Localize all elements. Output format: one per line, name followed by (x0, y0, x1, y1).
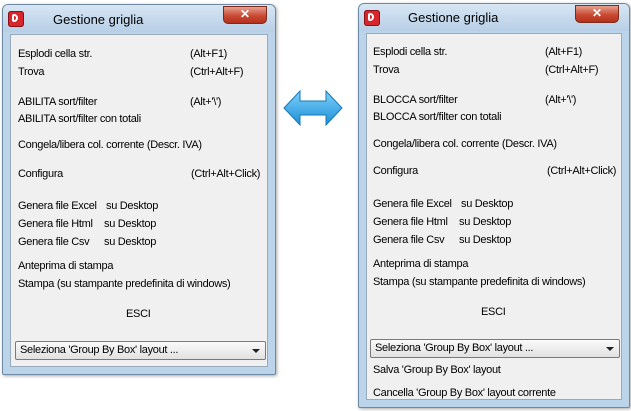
right-window-titlebar[interactable]: Gestione griglia ✕ (359, 4, 629, 31)
menu-item-sort[interactable]: ABILITA sort/filter (18, 96, 97, 108)
shortcut-configura: (Ctrl+Alt+Click) (191, 168, 261, 180)
menu-item-anteprima[interactable]: Anteprima di stampa (373, 258, 468, 270)
menu-item-csv[interactable]: Genera file Csv (18, 236, 90, 248)
menu-item-cancella-layout[interactable]: Cancella 'Group By Box' layout corrente (373, 387, 556, 399)
double-arrow-icon (283, 89, 343, 127)
shortcut-configura: (Ctrl+Alt+Click) (547, 165, 617, 177)
left-window: Gestione griglia ✕ Esplodi cella str. (A… (2, 4, 276, 375)
close-button[interactable]: ✕ (223, 6, 267, 24)
menu-item-esplodi[interactable]: Esplodi cella str. (373, 46, 447, 58)
excel-destination: su Desktop (461, 198, 514, 210)
shortcut-sort: (Alt+'\') (545, 94, 577, 106)
left-menu-panel: Esplodi cella str. (Alt+F1) Trova (Ctrl+… (10, 34, 268, 367)
group-by-box-layout-select-value: Seleziona 'Group By Box' layout ... (375, 342, 534, 354)
right-menu-panel: Esplodi cella str. (Alt+F1) Trova (Ctrl+… (366, 33, 622, 400)
csv-destination: su Desktop (459, 234, 512, 246)
left-window-title: Gestione griglia (53, 12, 144, 27)
menu-item-congela[interactable]: Congela/libera col. corrente (Descr. IVA… (373, 138, 557, 150)
left-window-titlebar[interactable]: Gestione griglia ✕ (3, 5, 275, 32)
menu-item-trova[interactable]: Trova (18, 66, 45, 78)
group-by-box-layout-select[interactable]: Seleziona 'Group By Box' layout ... (15, 341, 266, 360)
close-icon: ✕ (239, 7, 251, 21)
menu-item-sort-totali[interactable]: ABILITA sort/filter con totali (18, 113, 141, 125)
menu-item-excel[interactable]: Genera file Excel (18, 200, 97, 212)
menu-item-excel[interactable]: Genera file Excel (373, 198, 452, 210)
menu-item-sort[interactable]: BLOCCA sort/filter (373, 94, 458, 106)
menu-item-configura[interactable]: Configura (373, 165, 418, 177)
menu-item-html[interactable]: Genera file Html (373, 216, 448, 228)
right-window-title: Gestione griglia (408, 10, 499, 25)
csv-destination: su Desktop (104, 236, 157, 248)
shortcut-trova: (Ctrl+Alt+F) (190, 66, 244, 78)
app-logo-icon (8, 11, 24, 27)
menu-item-stampa[interactable]: Stampa (su stampante predefinita di wind… (18, 278, 231, 290)
right-window: Gestione griglia ✕ Esplodi cella str. (A… (358, 3, 630, 408)
shortcut-esplodi: (Alt+F1) (190, 48, 228, 60)
shortcut-trova: (Ctrl+Alt+F) (545, 64, 599, 76)
menu-item-configura[interactable]: Configura (18, 168, 63, 180)
group-by-box-layout-select[interactable]: Seleziona 'Group By Box' layout ... (370, 339, 620, 358)
menu-item-esci[interactable]: ESCI (481, 306, 506, 318)
menu-item-salva-layout[interactable]: Salva 'Group By Box' layout (373, 364, 501, 376)
chevron-down-icon (606, 347, 614, 351)
menu-item-esci[interactable]: ESCI (126, 308, 151, 320)
shortcut-sort: (Alt+'\') (190, 96, 222, 108)
menu-item-stampa[interactable]: Stampa (su stampante predefinita di wind… (373, 276, 586, 288)
group-by-box-layout-select-value: Seleziona 'Group By Box' layout ... (20, 344, 179, 356)
close-button[interactable]: ✕ (575, 5, 619, 23)
excel-destination: su Desktop (106, 200, 159, 212)
menu-item-sort-totali[interactable]: BLOCCA sort/filter con totali (373, 111, 502, 123)
menu-item-anteprima[interactable]: Anteprima di stampa (18, 260, 113, 272)
chevron-down-icon (252, 349, 260, 353)
menu-item-esplodi[interactable]: Esplodi cella str. (18, 48, 92, 60)
menu-item-csv[interactable]: Genera file Csv (373, 234, 445, 246)
menu-item-trova[interactable]: Trova (373, 64, 400, 76)
html-destination: su Desktop (459, 216, 512, 228)
close-icon: ✕ (591, 6, 603, 20)
menu-item-congela[interactable]: Congela/libera col. corrente (Descr. IVA… (18, 139, 202, 151)
menu-item-html[interactable]: Genera file Html (18, 218, 93, 230)
shortcut-esplodi: (Alt+F1) (545, 46, 583, 58)
app-logo-icon (364, 10, 380, 26)
html-destination: su Desktop (104, 218, 157, 230)
